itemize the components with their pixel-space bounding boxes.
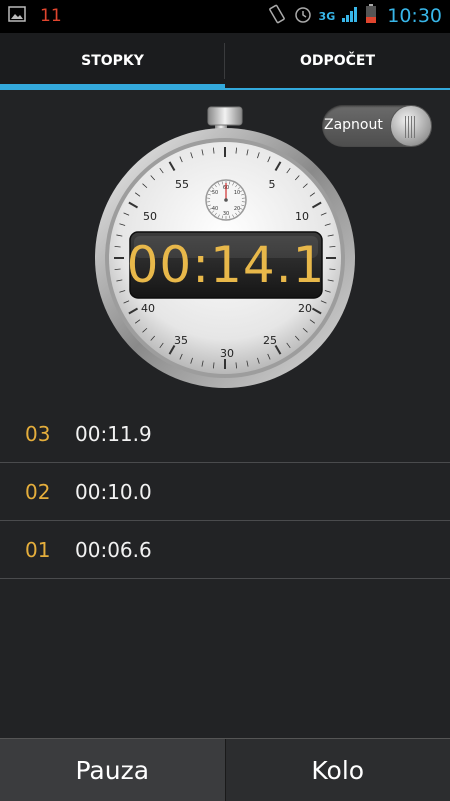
tab-label: ODPOČET [300,53,375,69]
zapnout-toggle[interactable]: Zapnout [322,105,432,147]
lap-list: 03 00:11.9 02 00:10.0 01 00:06.6 [0,405,450,579]
lap-button[interactable]: Kolo [225,739,450,801]
sub-dial-label: 40 [212,206,218,212]
lap-row: 03 00:11.9 [0,405,450,463]
pause-button-label: Pauza [75,756,149,785]
bottom-action-bar: Pauza Kolo [0,738,450,801]
lap-time: 00:11.9 [75,422,152,446]
tab-label: STOPKY [81,53,144,69]
pause-button[interactable]: Pauza [0,739,225,801]
lap-time: 00:10.0 [75,480,152,504]
dial-label: 30 [220,347,234,360]
crown-button [208,107,242,125]
tab-stopky[interactable]: STOPKY [0,33,225,88]
dial-label: 40 [141,302,155,315]
dial-label: 50 [143,210,157,223]
elapsed-time: 00:14.1 [130,232,322,298]
dial-label: 35 [174,334,188,347]
lap-row: 02 00:10.0 [0,463,450,521]
vibrate-icon [267,4,287,28]
toggle-knob-icon [390,105,432,147]
lap-button-label: Kolo [311,756,364,785]
lap-time: 00:06.6 [75,538,152,562]
digital-display: 00:14.1 [130,232,322,298]
tab-odpocet[interactable]: ODPOČET [225,33,450,88]
tab-bar: STOPKY ODPOČET [0,33,450,88]
sub-dial-label: 20 [234,206,240,212]
dial-label: 10 [295,210,309,223]
toggle-label: Zapnout [324,117,383,133]
lap-number: 02 [25,480,50,504]
lap-number: 03 [25,422,50,446]
sub-dial-pin [224,198,228,202]
dial-label: 20 [298,302,312,315]
image-notification-icon [8,6,26,26]
sub-dial-label: 50 [212,190,218,196]
status-bar: 11 3G [0,0,450,33]
notification-count: 11 [40,6,62,26]
dial-label: 5 [269,178,276,191]
network-type: 3G [319,10,336,23]
lap-row: 01 00:06.6 [0,521,450,579]
active-tab-indicator [0,84,225,90]
dial-label: 55 [175,178,189,191]
battery-icon [365,4,377,28]
signal-icon [341,5,359,27]
dial-label: 25 [263,334,277,347]
alarm-icon [293,4,313,28]
sub-dial-label: 30 [223,211,229,217]
clock: 10:30 [387,5,442,27]
sub-dial-label: 10 [234,190,240,196]
lap-number: 01 [25,538,50,562]
